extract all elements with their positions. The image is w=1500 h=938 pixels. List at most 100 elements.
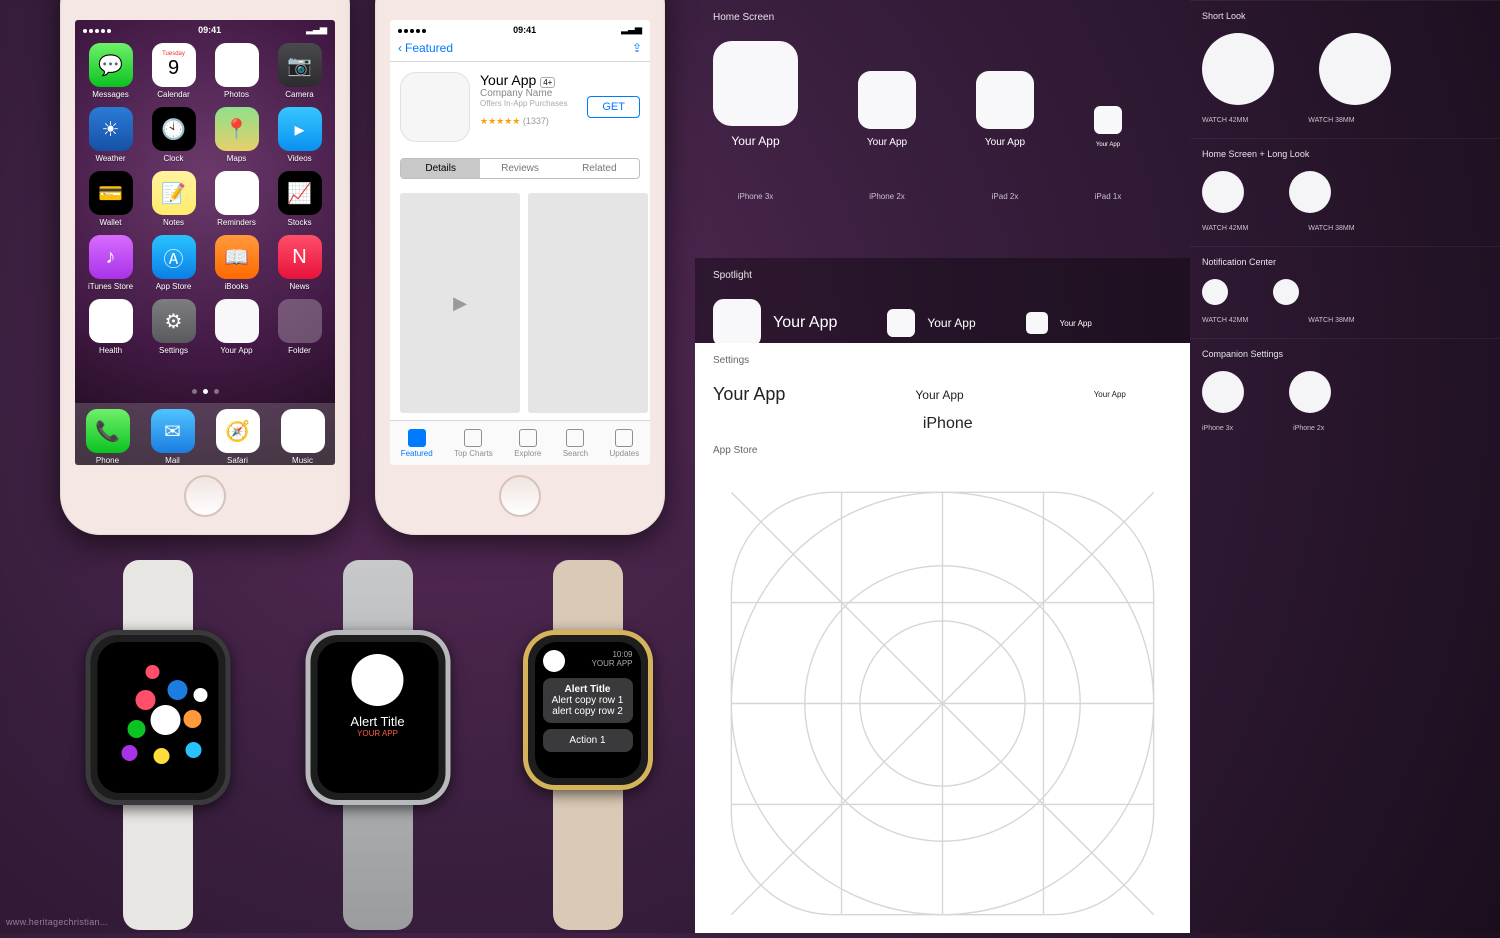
home-button[interactable] <box>184 475 226 517</box>
app-icon: N <box>278 235 322 279</box>
slot-app: Your App <box>713 384 785 405</box>
updates-icon <box>615 429 633 447</box>
app-settings[interactable]: ⚙Settings <box>144 299 203 355</box>
app-label: Health <box>81 346 140 355</box>
panel-title: Companion Settings <box>1202 349 1488 359</box>
app-camera[interactable]: 📷Camera <box>270 43 329 99</box>
panel-title: Home Screen + Long Look <box>1202 149 1488 159</box>
iap-label: Offers In-App Purchases <box>480 99 577 108</box>
app-ibooks[interactable]: 📖iBooks <box>207 235 266 291</box>
dock: 📞 Phone ✉Mail 🧭Safari ♪Music <box>75 403 335 465</box>
screenshot[interactable]: ▶ <box>400 193 520 413</box>
app-label: Folder <box>270 346 329 355</box>
bubble[interactable] <box>167 680 187 700</box>
slot-app: Your App <box>1094 390 1126 399</box>
slot-app: Your App <box>1096 142 1120 148</box>
bubble[interactable] <box>193 688 207 702</box>
app-itunes-store[interactable]: ♪iTunes Store <box>81 235 140 291</box>
app-icon: ♥ <box>89 299 133 343</box>
app-messages[interactable]: 💬Messages <box>81 43 140 99</box>
bubble[interactable] <box>185 742 201 758</box>
watch-home <box>70 560 245 930</box>
back-button[interactable]: ‹ Featured <box>398 41 453 55</box>
tab-updates[interactable]: Updates <box>609 429 639 458</box>
seg-reviews[interactable]: Reviews <box>480 159 559 178</box>
icon-slot: Your AppiPhone 2x <box>858 71 916 201</box>
page-indicator <box>75 381 335 399</box>
app-label: Calendar <box>144 90 203 99</box>
search-icon <box>566 429 584 447</box>
tab-featured[interactable]: Featured <box>401 429 433 458</box>
app-folder[interactable]: Folder <box>270 299 329 355</box>
app-icon: 📞 <box>86 409 130 453</box>
bubble-clock[interactable] <box>150 705 180 735</box>
app-header: Your App 4+ Company Name Offers In-App P… <box>390 62 650 152</box>
share-icon[interactable]: ⇪ <box>632 41 642 55</box>
app-label: News <box>270 282 329 291</box>
notif-action[interactable]: Action 1 <box>543 729 633 752</box>
segmented-control[interactable]: Details Reviews Related <box>400 158 640 179</box>
panel-title: Short Look <box>1202 11 1488 21</box>
app-photos[interactable]: ❀Photos <box>207 43 266 99</box>
get-button[interactable]: GET <box>587 96 640 118</box>
watch-panel: Home Screen + Long LookWATCH 42MMWATCH 3… <box>1190 138 1500 246</box>
app-label: Music <box>281 456 325 465</box>
app-your-app[interactable]: Your App <box>207 299 266 355</box>
home-button[interactable] <box>499 475 541 517</box>
screenshot[interactable] <box>528 193 648 413</box>
watch-app-icon <box>1319 33 1391 105</box>
bubble[interactable] <box>153 748 169 764</box>
app-phone[interactable]: 📞 Phone <box>86 409 130 465</box>
bubble[interactable] <box>127 720 145 738</box>
app-weather[interactable]: ☀Weather <box>81 107 140 163</box>
tab-search[interactable]: Search <box>563 429 588 458</box>
app-label: Phone <box>86 456 130 465</box>
app-app-store[interactable]: ⒶApp Store <box>144 235 203 291</box>
tab-topcharts[interactable]: Top Charts <box>454 429 493 458</box>
app-mail[interactable]: ✉Mail <box>151 409 195 465</box>
app-stocks[interactable]: 📈Stocks <box>270 171 329 227</box>
app-videos[interactable]: ▸Videos <box>270 107 329 163</box>
app-health[interactable]: ♥ Health <box>81 299 140 355</box>
compass-icon <box>519 429 537 447</box>
app-icon <box>278 299 322 343</box>
watch-app-bubbles[interactable] <box>105 650 210 785</box>
app-wallet[interactable]: 💳Wallet <box>81 171 140 227</box>
bubble[interactable] <box>183 710 201 728</box>
tab-explore[interactable]: Explore <box>514 429 541 458</box>
battery-icon: ▂▃▅ <box>306 24 327 35</box>
panel-title: App Store <box>713 445 1172 456</box>
app-title: Your App <box>480 72 536 88</box>
app-icon <box>713 41 798 126</box>
app-news[interactable]: N News <box>270 235 329 291</box>
navbar: ‹ Featured ⇪ <box>390 37 650 62</box>
app-music[interactable]: ♪Music <box>281 409 325 465</box>
app-icon <box>1094 106 1122 134</box>
company-name[interactable]: Company Name <box>480 88 577 99</box>
app-meta: Your App 4+ Company Name Offers In-App P… <box>480 72 577 142</box>
seg-details[interactable]: Details <box>401 159 480 178</box>
bubble[interactable] <box>121 745 137 761</box>
alert-app-label: YOUR APP <box>325 729 430 738</box>
seg-related[interactable]: Related <box>560 159 639 178</box>
watch-app-icon <box>1202 279 1228 305</box>
watch-long-look: 10:09 YOUR APP Alert Title Alert copy ro… <box>510 560 665 930</box>
screenshot-gallery[interactable]: ▶ <box>390 185 650 421</box>
iphone-home-screen: 09:41 ▂▃▅ 💬MessagesTuesday9Calendar❀Phot… <box>75 20 335 465</box>
app-clock[interactable]: 🕙Clock <box>144 107 203 163</box>
panel-row <box>1202 171 1488 213</box>
app-maps[interactable]: 📍Maps <box>207 107 266 163</box>
bubble[interactable] <box>145 665 159 679</box>
app-reminders[interactable]: ☰Reminders <box>207 171 266 227</box>
app-calendar[interactable]: Tuesday9Calendar <box>144 43 203 99</box>
icon-slot: Your AppiPad 1x <box>1094 106 1122 201</box>
watch-size-label: iPhone 3x <box>1202 425 1233 432</box>
watch-case: 10:09 YOUR APP Alert Title Alert copy ro… <box>523 630 653 790</box>
app-icon: ♪ <box>89 235 133 279</box>
app-icon: 📷 <box>278 43 322 87</box>
app-safari[interactable]: 🧭Safari <box>216 409 260 465</box>
notif-time: 10:09 <box>592 650 633 659</box>
bubble[interactable] <box>135 690 155 710</box>
notif-title: Alert Title <box>549 684 627 695</box>
app-notes[interactable]: 📝Notes <box>144 171 203 227</box>
